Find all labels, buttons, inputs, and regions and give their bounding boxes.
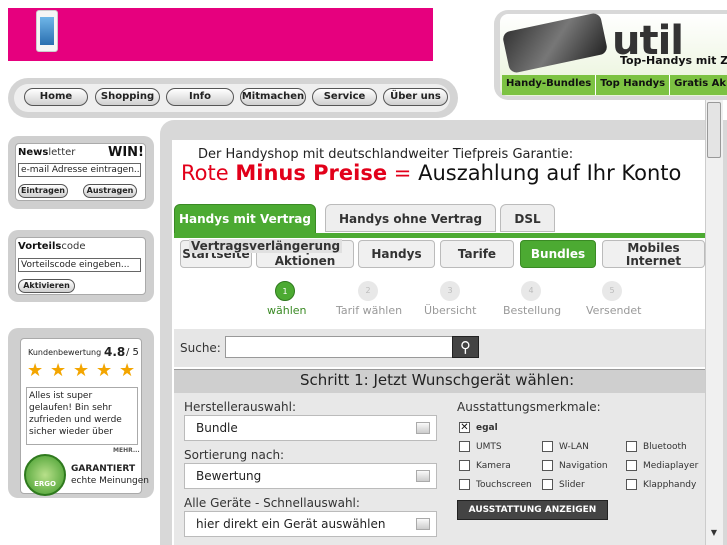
- nav-ueber-uns[interactable]: Über uns: [383, 88, 448, 106]
- step-1-label: wählen: [267, 304, 307, 317]
- newsletter-win: WIN!: [108, 145, 144, 160]
- star-icon: ★: [73, 360, 90, 381]
- trusted-seal-icon: ERGO: [24, 454, 66, 496]
- rating-max: / 5: [126, 347, 139, 358]
- nav-service[interactable]: Service: [312, 88, 377, 106]
- review-more-link[interactable]: MEHR...: [113, 447, 140, 454]
- step-1-indicator: 1: [275, 281, 295, 301]
- feature-label: Kamera: [476, 461, 511, 471]
- tab-underline: [174, 233, 707, 238]
- checkbox-egal[interactable]: ✕: [459, 422, 470, 433]
- nav-home[interactable]: Home: [24, 88, 88, 106]
- promo-tagline: Top-Handys mit Z: [620, 54, 727, 67]
- search-input[interactable]: [225, 336, 453, 358]
- feature-label: Klapphandy: [643, 480, 697, 490]
- nav-shopping[interactable]: Shopping: [95, 88, 160, 106]
- star-icon: ★: [96, 360, 113, 381]
- promo-link-top-handys[interactable]: Top Handys: [596, 75, 671, 95]
- search-label: Suche:: [180, 341, 221, 355]
- search-icon[interactable]: ⚲: [452, 336, 479, 358]
- shop-tagline: Der Handyshop mit deutschlandweiter Tief…: [198, 147, 574, 162]
- tab-handys-ohne-vertrag[interactable]: Handys ohne Vertrag: [325, 204, 496, 232]
- checkbox-bluetooth[interactable]: [626, 441, 637, 452]
- checkbox-touchscreen[interactable]: [459, 479, 470, 490]
- dropdown-arrow-icon: [416, 470, 430, 482]
- voucher-title: Vorteilscode: [18, 241, 86, 252]
- subtab-vertragsverlaengerung[interactable]: Vertragsverlängerung: [189, 239, 343, 253]
- promo-link-bundles[interactable]: Handy-Bundles: [502, 75, 597, 95]
- newsletter-email-input[interactable]: e-mail Adresse eintragen...: [18, 163, 141, 177]
- step-2-label: Tarif wählen: [336, 304, 403, 317]
- tab-handys-mit-vertrag[interactable]: Handys mit Vertrag: [174, 204, 316, 234]
- feature-label: Mediaplayer: [643, 461, 699, 471]
- subtab-mobiles-internet[interactable]: Mobiles Internet: [602, 240, 705, 268]
- step-4-label: Bestellung: [503, 304, 562, 317]
- top-banner[interactable]: [8, 8, 433, 61]
- checkbox-klapphandy[interactable]: [626, 479, 637, 490]
- dropdown-arrow-icon: [416, 518, 430, 530]
- newsletter-title: Newsletter: [18, 147, 76, 158]
- nav-mitmachen[interactable]: Mitmachen: [240, 88, 306, 106]
- star-icon: ★: [119, 360, 136, 381]
- checkbox-mediaplayer[interactable]: [626, 460, 637, 471]
- checkbox-slider[interactable]: [542, 479, 553, 490]
- show-features-button[interactable]: AUSSTATTUNG ANZEIGEN: [457, 500, 608, 520]
- feature-label: Navigation: [559, 461, 608, 471]
- feature-label: W-LAN: [559, 442, 589, 452]
- step-4-indicator: 4: [521, 281, 541, 301]
- scroll-down-icon[interactable]: ▼: [708, 528, 720, 538]
- feature-label: Bluetooth: [643, 442, 687, 452]
- checkbox-kamera[interactable]: [459, 460, 470, 471]
- checkbox-egal-label: egal: [476, 423, 498, 433]
- manufacturer-select[interactable]: Bundle: [184, 415, 437, 441]
- sort-label: Sortierung nach:: [184, 448, 285, 462]
- headline: Rote Minus Preise = Auszahlung auf Ihr K…: [181, 161, 682, 185]
- feature-label: Touchscreen: [476, 480, 532, 490]
- step-5-label: Versendet: [586, 304, 642, 317]
- newsletter-unsubscribe-button[interactable]: Austragen: [83, 184, 137, 198]
- checkbox-navigation[interactable]: [542, 460, 553, 471]
- rating-label: Kundenbewertung: [28, 348, 102, 357]
- rating-score: 4.8: [104, 345, 126, 359]
- newsletter-subscribe-button[interactable]: Eintragen: [18, 184, 68, 198]
- promo-links: Handy-Bundles Top Handys Gratis Ak: [502, 75, 727, 95]
- phone-icon: [36, 10, 58, 52]
- quick-select[interactable]: hier direkt ein Gerät auswählen: [184, 511, 437, 537]
- step-2-indicator: 2: [358, 281, 378, 301]
- subtab-handys[interactable]: Handys: [358, 240, 435, 268]
- nav-info[interactable]: Info: [166, 88, 234, 106]
- scrollbar-thumb[interactable]: [707, 102, 721, 158]
- voucher-activate-button[interactable]: Aktivieren: [18, 279, 75, 293]
- sort-select[interactable]: Bewertung: [184, 463, 437, 489]
- step-3-label: Übersicht: [424, 304, 477, 317]
- feature-label: UMTS: [476, 442, 502, 452]
- voucher-code-input[interactable]: Vorteilscode eingeben...: [18, 258, 141, 272]
- review-text: Alles ist super gelaufen! Bin sehr zufri…: [26, 387, 138, 445]
- quick-select-label: Alle Geräte - Schnellauswahl:: [184, 496, 360, 510]
- step-title: Schritt 1: Jetzt Wunschgerät wählen:: [300, 371, 575, 389]
- checkbox-umts[interactable]: [459, 441, 470, 452]
- subtab-bundles[interactable]: Bundles: [520, 240, 596, 268]
- guaranteed-label: GARANTIERT: [71, 464, 136, 474]
- features-title: Ausstattungsmerkmale:: [457, 400, 601, 414]
- feature-label: Slider: [559, 480, 585, 490]
- step-5-indicator: 5: [602, 281, 622, 301]
- star-icon: ★: [27, 360, 44, 381]
- promo-link-gratis[interactable]: Gratis Ak: [670, 75, 727, 95]
- subtab-tarife[interactable]: Tarife: [440, 240, 514, 268]
- scrollbar[interactable]: [705, 100, 723, 545]
- tab-dsl[interactable]: DSL: [500, 204, 555, 232]
- real-opinions-label: echte Meinungen: [71, 476, 149, 486]
- step-3-indicator: 3: [440, 281, 460, 301]
- checkbox-wlan[interactable]: [542, 441, 553, 452]
- star-icon: ★: [50, 360, 67, 381]
- manufacturer-label: Herstellerauswahl:: [184, 400, 297, 414]
- dropdown-arrow-icon: [416, 422, 430, 434]
